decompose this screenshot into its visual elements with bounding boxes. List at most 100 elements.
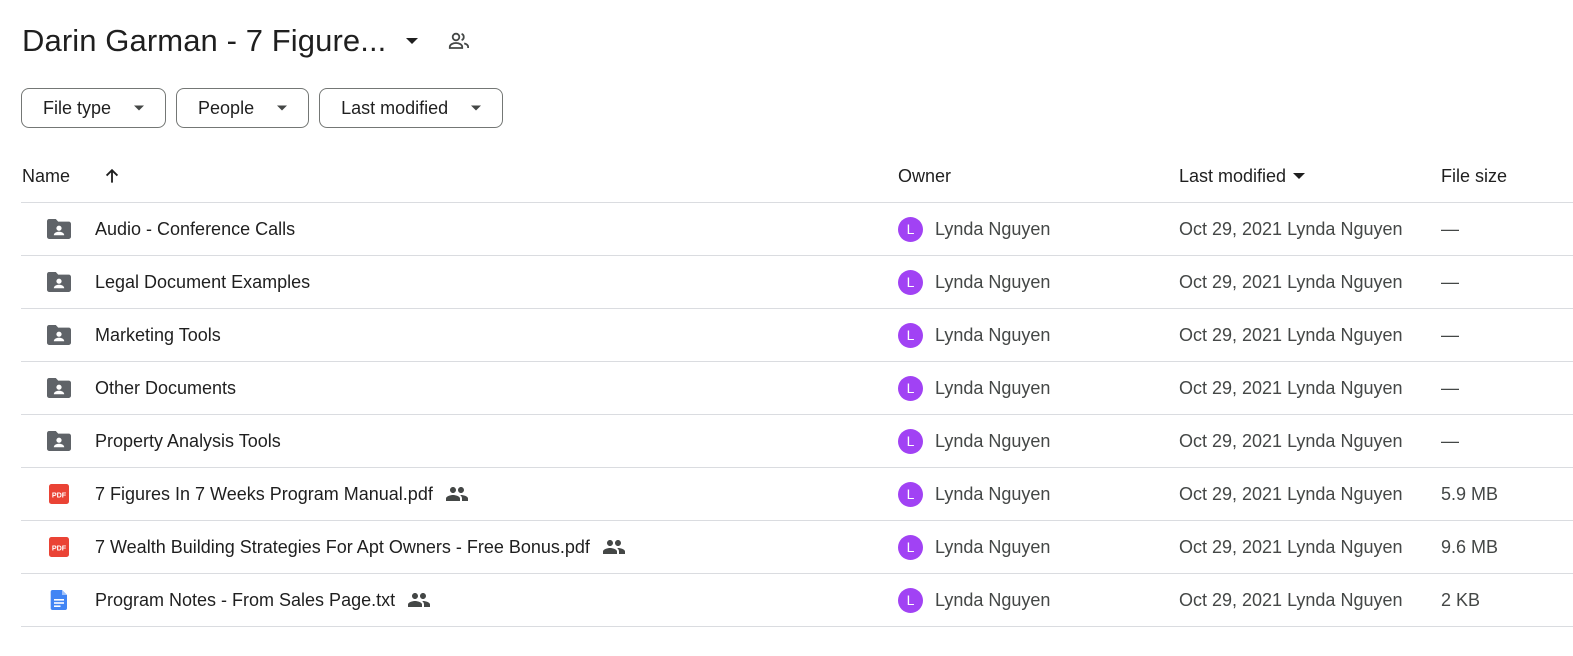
avatar: L <box>898 269 923 295</box>
people-outline-icon[interactable] <box>446 28 472 54</box>
file-name: Legal Document Examples <box>95 271 311 292</box>
pdf-file-icon: PDF <box>45 521 73 573</box>
shared-folder-icon <box>45 256 73 308</box>
file-row[interactable]: PDF 7 Wealth Building Strategies For Apt … <box>21 521 1573 574</box>
people-filter-label: People <box>198 97 255 118</box>
owner-cell: L Lynda Nguyen <box>898 521 1050 573</box>
last-modified-cell: Oct 29, 2021 Lynda Nguyen <box>1179 589 1403 610</box>
shared-people-icon <box>445 482 469 506</box>
file-name-cell: Marketing Tools <box>95 309 221 361</box>
avatar: L <box>898 587 923 613</box>
file-name: Other Documents <box>95 377 237 398</box>
arrow-upward-icon[interactable] <box>101 150 123 202</box>
owner-cell: L Lynda Nguyen <box>898 309 1050 361</box>
file-row[interactable]: Marketing Tools L Lynda Nguyen Oct 29, 2021… <box>21 309 1573 362</box>
text-document-icon <box>45 574 73 626</box>
owner-column-header[interactable]: Owner <box>898 150 951 202</box>
file-name: 7 Wealth Building Strategies For Apt Own… <box>95 536 590 557</box>
arrow-drop-down-icon[interactable] <box>400 29 424 53</box>
avatar: L <box>898 375 923 401</box>
owner-name: Lynda Nguyen <box>935 271 1051 292</box>
pdf-file-icon: PDF <box>45 468 73 520</box>
last-modified-column-header[interactable]: Last modified <box>1179 150 1306 202</box>
last-modified-filter-label: Last modified <box>341 97 449 118</box>
file-size-cell: — <box>1441 324 1459 345</box>
file-name: Program Notes - From Sales Page.txt <box>95 589 396 610</box>
file-list-header: Name Owner Last modified File size <box>21 150 1573 203</box>
avatar: L <box>898 322 923 348</box>
svg-text:PDF: PDF <box>52 543 67 552</box>
file-name-cell: Audio - Conference Calls <box>95 203 295 255</box>
owner-name: Lynda Nguyen <box>935 218 1051 239</box>
file-size-cell: 5.9 MB <box>1441 483 1499 504</box>
arrow-drop-down-icon <box>133 102 145 114</box>
last-modified-cell: Oct 29, 2021 Lynda Nguyen <box>1179 430 1403 451</box>
avatar: L <box>898 428 923 454</box>
owner-name: Lynda Nguyen <box>935 483 1051 504</box>
last-modified-cell: Oct 29, 2021 Lynda Nguyen <box>1179 271 1403 292</box>
shared-folder-icon <box>45 362 73 414</box>
owner-name: Lynda Nguyen <box>935 430 1051 451</box>
avatar: L <box>898 481 923 507</box>
avatar: L <box>898 216 923 242</box>
last-modified-column-label: Last modified <box>1179 165 1287 186</box>
file-name-cell: 7 Wealth Building Strategies For Apt Own… <box>95 521 626 573</box>
file-size-cell: 9.6 MB <box>1441 536 1499 557</box>
owner-name: Lynda Nguyen <box>935 324 1051 345</box>
file-name-cell: Legal Document Examples <box>95 256 310 308</box>
file-name-cell: Property Analysis Tools <box>95 415 281 467</box>
file-row[interactable]: Program Notes - From Sales Page.txt L Lynd… <box>21 574 1573 627</box>
file-type-filter-label: File type <box>43 97 112 118</box>
owner-name: Lynda Nguyen <box>935 536 1051 557</box>
owner-name: Lynda Nguyen <box>935 377 1051 398</box>
last-modified-filter[interactable]: Last modified <box>319 88 504 128</box>
file-size-cell: — <box>1441 430 1459 451</box>
file-name-cell: 7 Figures In 7 Weeks Program Manual.pdf <box>95 468 469 520</box>
name-column-header[interactable]: Name <box>22 150 70 202</box>
shared-folder-icon <box>45 203 73 255</box>
file-name: Marketing Tools <box>95 324 221 345</box>
owner-name: Lynda Nguyen <box>935 589 1051 610</box>
arrow-drop-down-icon <box>276 102 288 114</box>
filter-chips: File type People Last modified <box>21 88 504 128</box>
owner-cell: L Lynda Nguyen <box>898 256 1050 308</box>
file-size-cell: 2 KB <box>1441 589 1481 610</box>
file-row[interactable]: Other Documents L Lynda Nguyen Oct 29, 2021… <box>21 362 1573 415</box>
last-modified-cell: Oct 29, 2021 Lynda Nguyen <box>1179 218 1403 239</box>
file-size-cell: — <box>1441 271 1459 292</box>
last-modified-cell: Oct 29, 2021 Lynda Nguyen <box>1179 536 1403 557</box>
file-name-cell: Program Notes - From Sales Page.txt <box>95 574 431 626</box>
file-type-filter[interactable]: File type <box>21 88 167 128</box>
shared-people-icon <box>407 588 431 612</box>
file-size-cell: — <box>1441 377 1459 398</box>
file-row[interactable]: PDF 7 Figures In 7 Weeks Program Manual.p… <box>21 468 1573 521</box>
last-modified-cell: Oct 29, 2021 Lynda Nguyen <box>1179 483 1403 504</box>
last-modified-cell: Oct 29, 2021 Lynda Nguyen <box>1179 377 1403 398</box>
file-size-cell: — <box>1441 218 1459 239</box>
file-name-cell: Other Documents <box>95 362 236 414</box>
file-rows: Audio - Conference Calls L Lynda Nguyen Oct… <box>21 203 1573 627</box>
owner-cell: L Lynda Nguyen <box>898 362 1050 414</box>
file-size-column-header[interactable]: File size <box>1441 150 1507 202</box>
svg-text:PDF: PDF <box>52 490 67 499</box>
arrow-drop-down-icon <box>1292 172 1306 180</box>
file-list: Name Owner Last modified File size Audio… <box>21 150 1573 627</box>
folder-title[interactable]: Darin Garman - 7 Figure... <box>22 23 386 59</box>
owner-cell: L Lynda Nguyen <box>898 203 1050 255</box>
shared-folder-icon <box>45 309 73 361</box>
folder-header: Darin Garman - 7 Figure... <box>22 18 472 64</box>
file-row[interactable]: Legal Document Examples L Lynda Nguyen Oct … <box>21 256 1573 309</box>
owner-cell: L Lynda Nguyen <box>898 415 1050 467</box>
people-filter[interactable]: People <box>176 88 310 128</box>
shared-people-icon <box>602 535 626 559</box>
file-name: Audio - Conference Calls <box>95 218 296 239</box>
avatar: L <box>898 534 923 560</box>
file-name: 7 Figures In 7 Weeks Program Manual.pdf <box>95 483 433 504</box>
file-row[interactable]: Audio - Conference Calls L Lynda Nguyen Oct… <box>21 203 1573 256</box>
file-row[interactable]: Property Analysis Tools L Lynda Nguyen Oct … <box>21 415 1573 468</box>
last-modified-cell: Oct 29, 2021 Lynda Nguyen <box>1179 324 1403 345</box>
shared-folder-icon <box>45 415 73 467</box>
file-name: Property Analysis Tools <box>95 430 281 451</box>
owner-cell: L Lynda Nguyen <box>898 468 1050 520</box>
arrow-drop-down-icon <box>470 102 482 114</box>
